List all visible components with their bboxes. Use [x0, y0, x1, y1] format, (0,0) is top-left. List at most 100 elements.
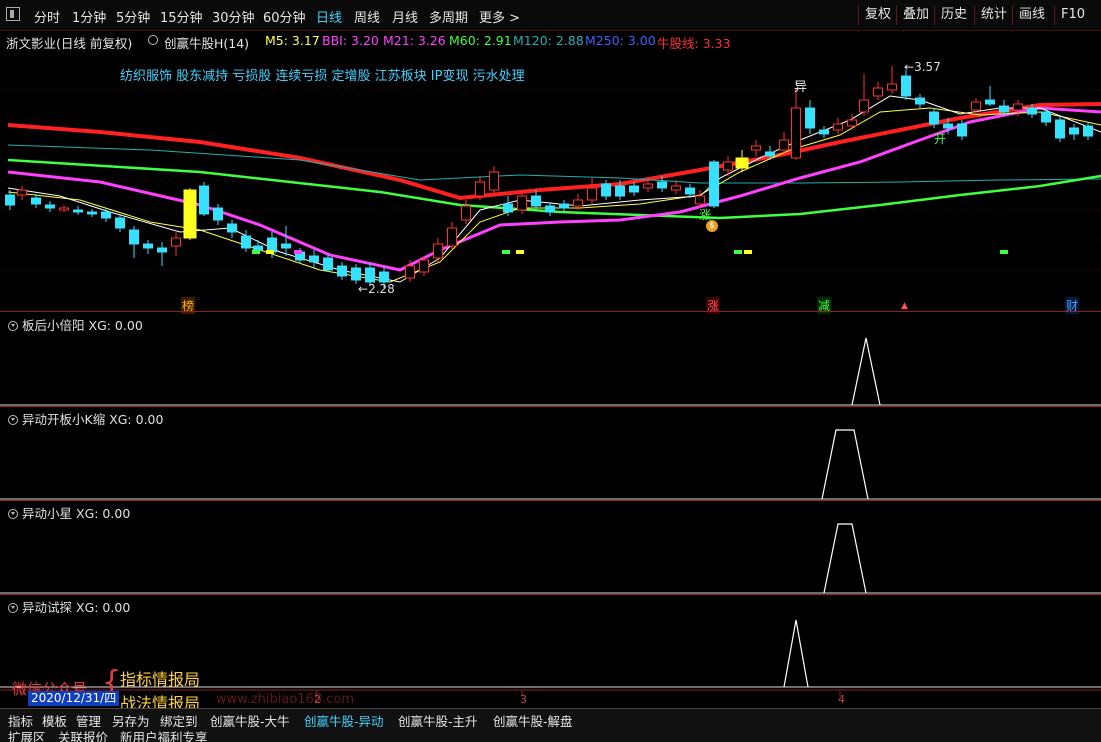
- pane-xg: XG: 0.00: [76, 600, 131, 615]
- signal-mark: [252, 250, 260, 254]
- candle-body: [1069, 127, 1079, 135]
- pane-name: 异动试探: [22, 600, 73, 615]
- candle-body: [433, 243, 443, 259]
- pane-xg: XG: 0.00: [76, 506, 131, 521]
- pane-menu-icon[interactable]: [8, 321, 18, 331]
- candle-body: [45, 204, 55, 209]
- pane-separator: [0, 311, 1101, 312]
- candle-body: [1041, 111, 1051, 123]
- candle-body: [695, 195, 705, 205]
- xg-signal-spike: [821, 429, 869, 500]
- watermark-line1: 指标情报局: [120, 670, 201, 689]
- candle-body: [213, 207, 223, 221]
- candle-body: [419, 259, 429, 273]
- candle-body: [709, 161, 719, 207]
- candle-body: [901, 75, 911, 97]
- pane-label-1[interactable]: 板后小倍阳 XG: 0.00: [8, 315, 143, 334]
- candle-body: [475, 181, 485, 197]
- candle-body: [199, 185, 209, 215]
- pane-menu-icon[interactable]: [8, 603, 18, 613]
- pane-label-3[interactable]: 异动小星 XG: 0.00: [8, 503, 130, 522]
- low-price-value: 2.28: [368, 282, 395, 296]
- candle-body: [915, 97, 925, 105]
- candle-body: [887, 83, 897, 91]
- signal-mark: [734, 250, 742, 254]
- signal-mark: [502, 250, 510, 254]
- candle-body: [253, 245, 263, 251]
- candle-body: [685, 187, 695, 195]
- axis-tick: 4: [838, 693, 845, 706]
- signal-mark: [516, 250, 524, 254]
- candle-body: [943, 123, 953, 129]
- pane-separator: [0, 406, 1101, 407]
- candle-body: [17, 189, 27, 196]
- candle-body: [405, 265, 415, 279]
- candle-body: [643, 183, 653, 189]
- candle-body: [999, 105, 1009, 113]
- candle-body: [267, 237, 277, 253]
- candle-body: [1013, 103, 1023, 111]
- candles: [5, 66, 1093, 288]
- candle-body: [489, 171, 499, 191]
- signal-mark: [744, 250, 752, 254]
- candle-body: [1055, 119, 1065, 139]
- tab-new-user[interactable]: 新用户福利专享: [120, 727, 208, 742]
- candle-body: [447, 227, 457, 247]
- high-price-label: ←3.57: [904, 60, 941, 74]
- pane-separator: [0, 500, 1101, 501]
- pane-separator: [0, 594, 1101, 595]
- candle-body: [365, 267, 375, 283]
- axis-tick: 2: [314, 693, 321, 706]
- tab-related-quotes[interactable]: 关联报价: [58, 727, 108, 742]
- candle-body: [805, 107, 815, 129]
- candle-body: [971, 101, 981, 111]
- candle-body: [833, 123, 843, 131]
- high-price-value: 3.57: [914, 60, 941, 74]
- candle-body: [183, 189, 197, 239]
- candle-body: [309, 255, 319, 263]
- pane-xg: XG: 0.00: [88, 318, 143, 333]
- signal-mark: [1000, 250, 1008, 254]
- low-price-label: ←2.28: [358, 282, 395, 296]
- app-window: 分时 1分钟 5分钟 15分钟 30分钟 60分钟 日线 周线 月线 多周期 更…: [0, 0, 1101, 742]
- candle-body: [171, 237, 181, 247]
- candle-body: [1027, 107, 1037, 115]
- candle-body: [143, 243, 153, 249]
- candle-body: [323, 257, 333, 271]
- xg-signal-spike: [823, 523, 867, 594]
- candle-body: [751, 145, 761, 151]
- xg-signal-spike: [783, 619, 809, 688]
- pane-label-4[interactable]: 异动试探 XG: 0.00: [8, 597, 130, 616]
- tab-extension[interactable]: 扩展区: [8, 727, 46, 742]
- candle-body: [819, 129, 829, 135]
- kai-mark: 开: [934, 132, 947, 146]
- event-arrow-icon[interactable]: ▲: [901, 301, 908, 311]
- candle-body: [281, 243, 291, 249]
- watermark-url: www.zhibiao168.com: [216, 692, 355, 707]
- candle-body: [957, 123, 967, 137]
- candle-body: [87, 211, 97, 215]
- candle-body: [115, 217, 125, 229]
- m120-line: [7, 144, 1101, 184]
- candle-body: [859, 99, 869, 113]
- candle-body: [929, 111, 939, 125]
- candle-body: [59, 207, 69, 211]
- candle-body: [559, 203, 569, 209]
- kline-chart[interactable]: [0, 0, 1101, 742]
- pane-name: 板后小倍阳: [22, 318, 85, 333]
- pane-menu-icon[interactable]: [8, 415, 18, 425]
- indicator-tabs: 指标 模板 管理 另存为 绑定到 创赢牛股-大牛 创赢牛股-异动 创赢牛股-主升…: [0, 708, 1101, 729]
- candle-body: [657, 181, 667, 189]
- candle-body: [461, 205, 471, 221]
- money-bag-icon[interactable]: $: [706, 220, 718, 232]
- candle-body: [31, 197, 41, 205]
- pane-name: 异动小星: [22, 506, 73, 521]
- pane-menu-icon[interactable]: [8, 509, 18, 519]
- candle-body: [615, 185, 625, 197]
- candle-body: [601, 183, 611, 197]
- pane-name: 异动开板小K缩: [22, 412, 106, 427]
- signal-mark: [294, 250, 302, 254]
- candle-body: [671, 185, 681, 191]
- pane-label-2[interactable]: 异动开板小K缩 XG: 0.00: [8, 409, 163, 428]
- candle-body: [517, 195, 527, 211]
